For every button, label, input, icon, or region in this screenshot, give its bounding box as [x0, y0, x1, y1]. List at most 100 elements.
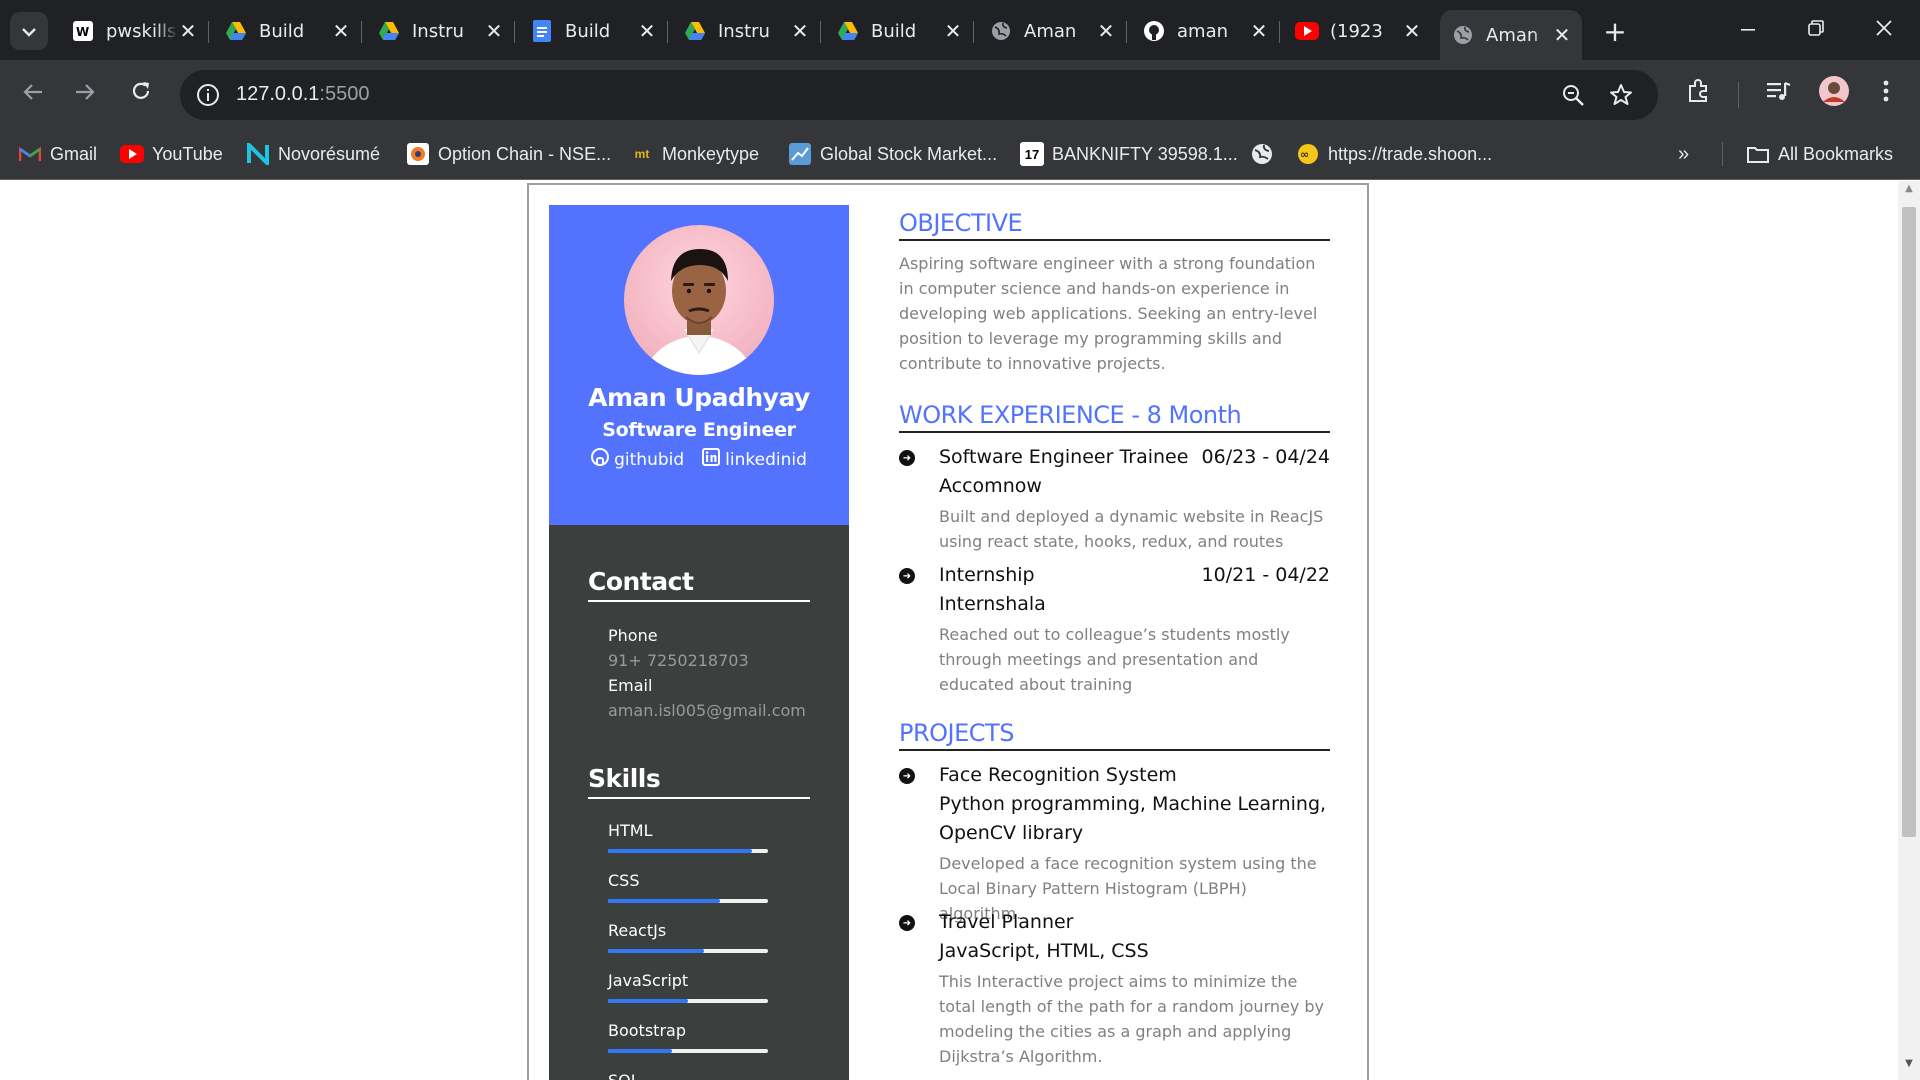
- linkedin-link-label: linkedinid: [725, 449, 807, 470]
- tab-build-docs[interactable]: Build ✕: [519, 11, 668, 51]
- url-port: :5500: [319, 83, 370, 105]
- tab-build-1[interactable]: Build ✕: [213, 11, 362, 51]
- profile-photo: [624, 225, 774, 375]
- linkedin-link[interactable]: linkedinid: [702, 448, 807, 471]
- bookmarks-separator: [1722, 142, 1723, 166]
- google-drive-icon: [223, 19, 249, 43]
- bookmark-label: https://trade.shoon...: [1328, 143, 1493, 164]
- tab-title: Build: [259, 20, 305, 42]
- experience-company: Internshala: [939, 593, 1046, 615]
- phone-value: 91+ 7250218703: [608, 651, 749, 670]
- bookmark-star-icon[interactable]: [1608, 82, 1634, 108]
- bookmark-banknifty[interactable]: 17 BANKNIFTY 39598.1...: [1020, 140, 1238, 168]
- close-icon[interactable]: ✕: [1552, 23, 1572, 47]
- close-icon[interactable]: ✕: [637, 19, 657, 43]
- bookmark-option-chain[interactable]: Option Chain - NSE...: [406, 140, 611, 168]
- email-value: aman.isl005@gmail.com: [608, 701, 806, 720]
- scroll-down-arrow-icon[interactable]: ▼: [1898, 1058, 1920, 1078]
- url-text[interactable]: 127.0.0.1:5500: [236, 83, 369, 106]
- skill-name: CSS: [608, 871, 640, 890]
- tab-title: pwskills: [106, 20, 177, 42]
- tab-build-2[interactable]: Build ✕: [825, 11, 974, 51]
- skill-progress-fill: [608, 849, 752, 853]
- close-icon[interactable]: ✕: [1402, 19, 1422, 43]
- url-host: 127.0.0.1: [236, 83, 320, 105]
- arrow-circle-right-icon: ➜: [899, 768, 915, 784]
- scroll-up-arrow-icon[interactable]: ▲: [1898, 183, 1920, 203]
- google-docs-icon: [529, 19, 555, 43]
- close-icon[interactable]: ✕: [1096, 19, 1116, 43]
- shoonya-icon: ∞: [1296, 142, 1320, 166]
- experience-desc: Built and deployed a dynamic website in …: [939, 507, 1324, 551]
- reload-button[interactable]: [122, 75, 160, 113]
- scrollbar-thumb[interactable]: [1902, 207, 1916, 837]
- bookmarks-bar: Gmail YouTube Novorésumé Option Chain - …: [0, 128, 1920, 180]
- puzzle-icon: [1686, 78, 1712, 110]
- close-icon[interactable]: ✕: [331, 19, 351, 43]
- toolbar-separator: [1738, 82, 1739, 108]
- project-tech: Python programming, Machine Learning, Op…: [939, 793, 1327, 844]
- back-button[interactable]: [14, 75, 52, 113]
- bookmark-novoresume[interactable]: Novorésumé: [246, 140, 380, 168]
- close-icon[interactable]: ✕: [484, 19, 504, 43]
- profile-avatar-button[interactable]: [1816, 76, 1852, 112]
- tab-youtube[interactable]: (1923 ✕: [1284, 11, 1432, 51]
- experience-desc: Reached out to colleague’s students most…: [939, 625, 1290, 694]
- close-icon[interactable]: ✕: [943, 19, 963, 43]
- address-bar[interactable]: 127.0.0.1:5500: [180, 70, 1658, 120]
- tab-separator: [361, 21, 362, 43]
- tab-instru-2[interactable]: Instru ✕: [672, 11, 821, 51]
- github-link-label: githubid: [614, 449, 685, 470]
- site-info-icon[interactable]: [194, 81, 222, 109]
- github-link[interactable]: githubid: [591, 448, 684, 471]
- browser-menu-button[interactable]: [1870, 78, 1902, 110]
- tab-separator: [973, 21, 974, 43]
- globe-icon: [988, 19, 1014, 43]
- bookmark-youtube[interactable]: YouTube: [120, 140, 223, 168]
- bookmark-monkeytype[interactable]: mt Monkeytype: [630, 140, 759, 168]
- google-drive-icon: [376, 19, 402, 43]
- youtube-icon: [120, 142, 144, 166]
- tab-pwskills[interactable]: W pwskills ✕: [60, 11, 209, 51]
- google-drive-icon: [682, 19, 708, 43]
- media-controls-button[interactable]: [1762, 78, 1794, 110]
- close-window-button[interactable]: [1864, 10, 1904, 50]
- close-icon[interactable]: ✕: [790, 19, 810, 43]
- bookmark-globe[interactable]: [1250, 140, 1282, 168]
- profile-links: githubid linkedinid: [549, 448, 849, 471]
- all-bookmarks-button[interactable]: All Bookmarks: [1746, 140, 1893, 168]
- tab-search-button[interactable]: [10, 12, 48, 50]
- tab-github[interactable]: aman ✕: [1131, 11, 1280, 51]
- google-drive-icon: [835, 19, 861, 43]
- phone-label: Phone: [608, 626, 658, 645]
- minimize-icon: [1740, 18, 1756, 43]
- tab-aman-1[interactable]: Aman ✕: [978, 11, 1127, 51]
- new-tab-button[interactable]: +: [1598, 14, 1632, 48]
- close-icon[interactable]: ✕: [178, 19, 198, 43]
- tab-instru-1[interactable]: Instru ✕: [366, 11, 515, 51]
- more-vertical-icon: [1883, 80, 1889, 108]
- close-icon[interactable]: ✕: [1249, 19, 1269, 43]
- tab-separator: [1126, 21, 1127, 43]
- skill-name: HTML: [608, 821, 653, 840]
- restore-button[interactable]: [1796, 10, 1836, 50]
- skills-heading: Skills: [588, 764, 810, 799]
- experience-title: Internship: [939, 564, 1035, 586]
- zoom-icon[interactable]: [1560, 82, 1586, 108]
- bookmark-shoonya[interactable]: ∞ https://trade.shoon...: [1296, 140, 1492, 168]
- bookmark-global-stock[interactable]: Global Stock Market...: [788, 140, 997, 168]
- skill-progress-fill: [608, 949, 704, 953]
- tab-title: Aman: [1486, 24, 1539, 46]
- tab-aman-active[interactable]: Aman ✕: [1440, 10, 1582, 60]
- page-scrollbar[interactable]: ▲ ▼: [1898, 181, 1920, 1080]
- tab-strip: W pwskills ✕ Build ✕ Instru ✕ Build ✕ In…: [0, 0, 1920, 60]
- tab-title: Instru: [412, 20, 464, 42]
- more-bookmarks-button[interactable]: »: [1678, 140, 1689, 168]
- profile-role: Software Engineer: [602, 419, 796, 441]
- tab-title: Instru: [718, 20, 770, 42]
- minimize-button[interactable]: [1728, 10, 1768, 50]
- extensions-button[interactable]: [1683, 78, 1715, 110]
- bookmark-gmail[interactable]: Gmail: [18, 140, 97, 168]
- youtube-icon: [1294, 19, 1320, 43]
- forward-button[interactable]: [66, 75, 104, 113]
